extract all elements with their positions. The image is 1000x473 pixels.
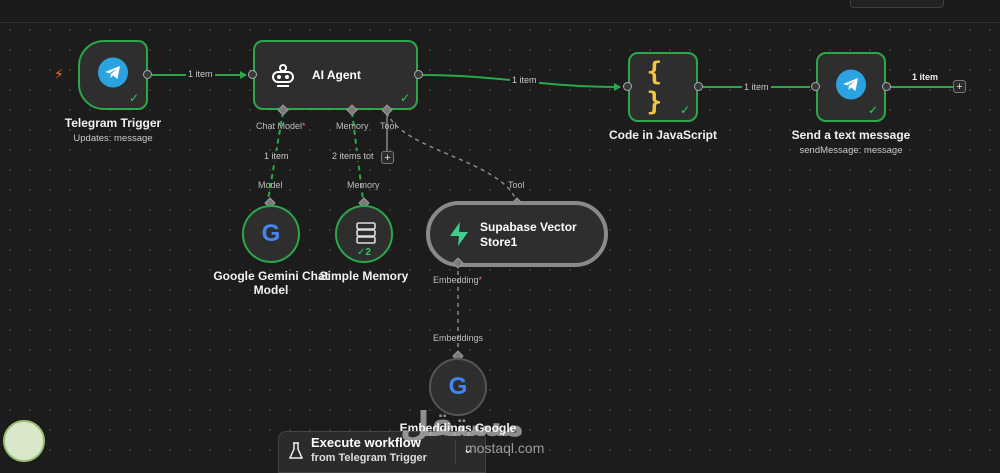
ai-agent-node[interactable]: AI Agent ✓ xyxy=(253,40,418,110)
memory-port-label: Memory xyxy=(336,121,369,131)
watermark-text: مستقل xyxy=(400,406,525,444)
telegram-icon xyxy=(98,57,128,93)
edge-tool xyxy=(386,111,517,201)
memory-count: 2 items tot xyxy=(330,151,376,161)
watermark-url: mostaql.com xyxy=(465,440,545,456)
database-icon xyxy=(356,222,376,249)
ai-agent-title: AI Agent xyxy=(312,68,361,82)
logo-badge-icon xyxy=(3,420,45,462)
edge-count-trigger-agent: 1 item xyxy=(186,69,215,79)
execute-sublabel: from Telegram Trigger xyxy=(311,452,427,464)
success-check-icon: ✓ xyxy=(399,91,410,105)
model-port-label: Model xyxy=(258,180,283,190)
embeddings-input-label: Embeddings xyxy=(433,333,484,343)
send-message-node[interactable]: ✓ xyxy=(816,52,886,122)
success-check-icon: ✓2 xyxy=(357,247,371,258)
trigger-output-handle[interactable] xyxy=(143,70,152,79)
code-output-handle[interactable] xyxy=(694,82,703,91)
tool-port-label: Tool xyxy=(380,121,397,131)
trigger-bolt-icon: ⚡ xyxy=(54,66,64,82)
google-icon: G xyxy=(261,220,281,247)
telegram-trigger-title: Telegram Trigger xyxy=(64,116,162,130)
success-check-icon: ✓ xyxy=(128,91,139,105)
send-input-handle[interactable] xyxy=(811,82,820,91)
code-node[interactable]: { } ✓ xyxy=(628,52,698,122)
telegram-trigger-node[interactable]: ✓ xyxy=(78,40,148,110)
success-check-icon: ✓ xyxy=(867,103,878,117)
add-node-button[interactable]: + xyxy=(953,80,966,93)
robot-icon xyxy=(269,62,297,95)
simple-memory-title: Simple Memory xyxy=(319,269,409,283)
memory-input-label: Memory xyxy=(347,180,380,190)
tool-input-label: Tool xyxy=(508,180,525,190)
agent-input-handle[interactable] xyxy=(248,70,257,79)
gemini-chat-model-node[interactable]: G xyxy=(242,205,300,263)
telegram-trigger-subtitle: Updates: message xyxy=(73,133,153,144)
edge-count-code-send: 1 item xyxy=(742,82,771,92)
supabase-icon xyxy=(448,221,470,252)
agent-output-handle[interactable] xyxy=(414,70,423,79)
code-title: Code in JavaScript xyxy=(608,128,718,142)
telegram-icon xyxy=(836,69,866,105)
embedding-port-label: Embedding* xyxy=(433,275,483,285)
flask-icon xyxy=(288,442,304,465)
supabase-title: Supabase Vector Store1 xyxy=(480,220,577,249)
simple-memory-node[interactable]: ✓2 xyxy=(335,205,393,263)
success-check-icon: ✓ xyxy=(679,103,690,117)
send-output-handle[interactable] xyxy=(882,82,891,91)
send-message-subtitle: sendMessage: message xyxy=(799,145,903,156)
chat-model-count: 1 item xyxy=(262,151,291,161)
edge-count-agent-code: 1 item xyxy=(510,75,539,85)
add-tool-button[interactable]: + xyxy=(381,151,394,164)
code-braces-icon: { } xyxy=(646,57,663,117)
chat-model-port-label: Chat Model* xyxy=(256,121,306,131)
google-icon: G xyxy=(448,373,468,400)
send-message-title: Send a text message xyxy=(791,128,911,142)
edge-count-send-output: 1 item xyxy=(910,72,941,82)
supabase-vector-store-node[interactable]: Supabase Vector Store1 xyxy=(426,201,608,267)
code-input-handle[interactable] xyxy=(623,82,632,91)
